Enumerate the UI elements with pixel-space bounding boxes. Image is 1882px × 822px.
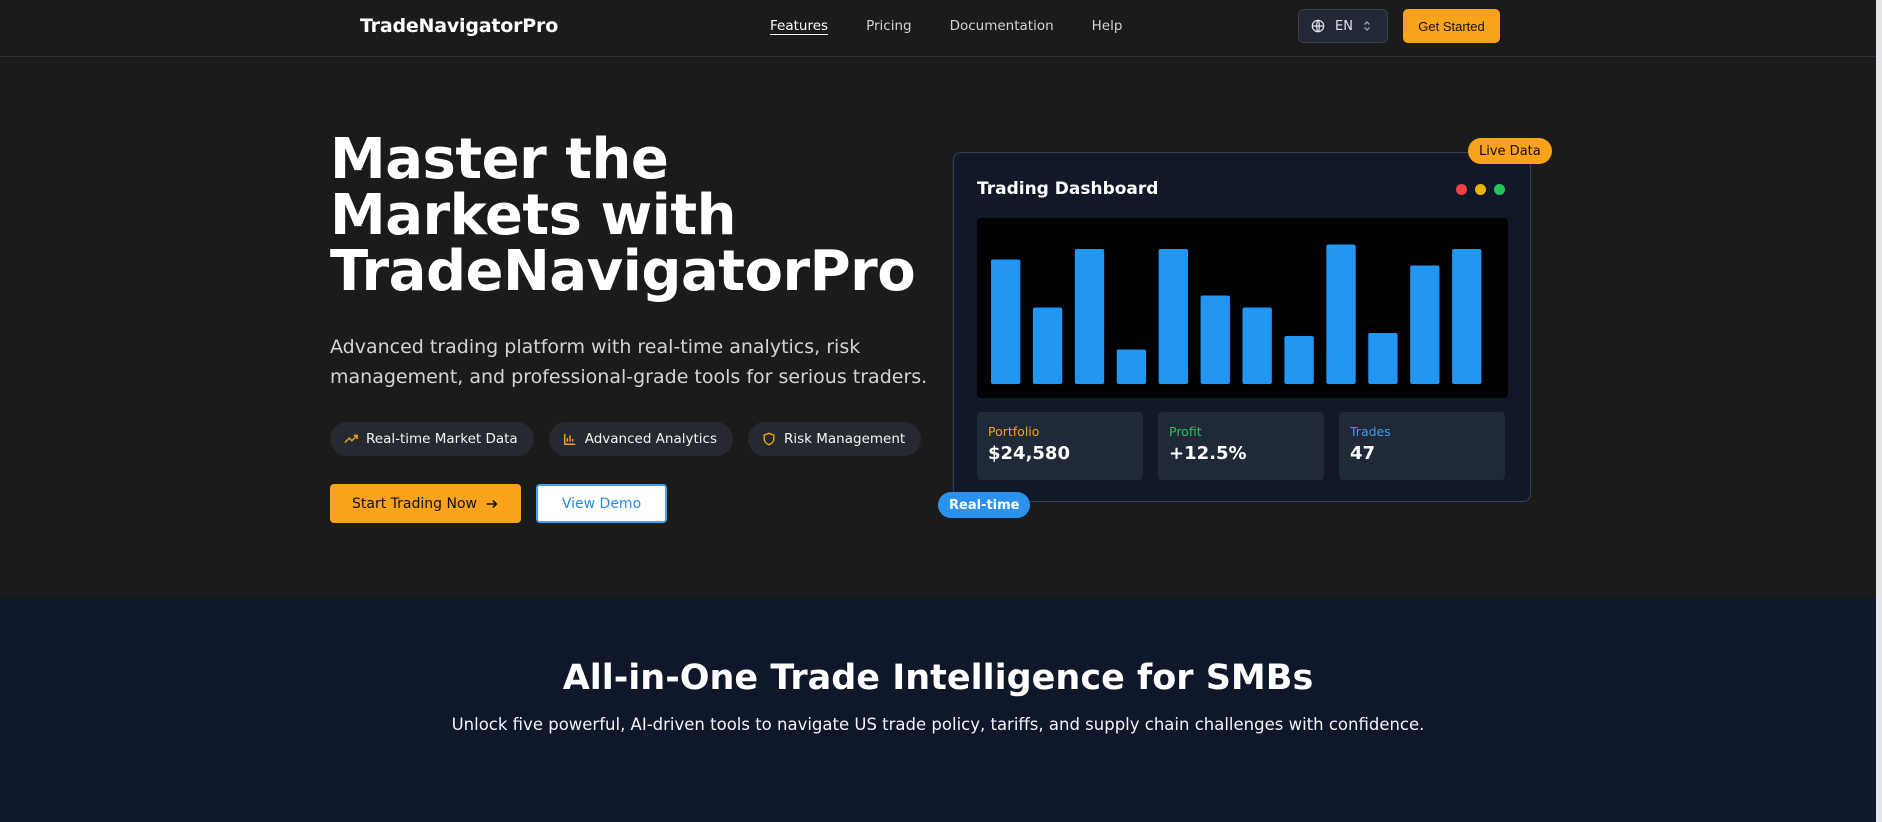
view-demo-button[interactable]: View Demo — [536, 484, 667, 523]
chart-bar — [1242, 307, 1272, 384]
features-section: All-in-One Trade Intelligence for SMBs U… — [0, 598, 1876, 822]
globe-icon — [1311, 19, 1325, 33]
stats-row: Portfolio $24,580 Profit +12.5% Trades 4… — [977, 412, 1505, 480]
dashboard-title: Trading Dashboard — [977, 179, 1159, 199]
bar-chart-svg — [991, 244, 1482, 384]
stat-value-profit: +12.5% — [1169, 443, 1247, 464]
hero-title: Master the Markets with TradeNavigatorPr… — [330, 127, 916, 304]
red-dot — [1456, 184, 1467, 195]
realtime-badge: Real-time — [938, 492, 1031, 518]
stat-trades: Trades 47 — [1339, 412, 1505, 480]
chart-bar — [1326, 244, 1356, 384]
pill-realtime-market-data: Real-time Market Data — [330, 422, 534, 456]
language-selector[interactable]: EN — [1298, 9, 1388, 43]
chart-bar — [991, 259, 1021, 384]
stat-value-portfolio: $24,580 — [988, 443, 1070, 464]
scrollbar-track[interactable] — [1876, 0, 1882, 822]
start-trading-button[interactable]: Start Trading Now — [330, 484, 521, 523]
chart-bar — [1284, 336, 1314, 384]
pill-label: Risk Management — [783, 431, 906, 447]
top-navbar: TradeNavigatorPro Features Pricing Docum… — [0, 0, 1876, 57]
section-title: All-in-One Trade Intelligence for SMBs — [562, 658, 1314, 698]
yellow-dot — [1475, 184, 1486, 195]
nav-link-pricing[interactable]: Pricing — [866, 18, 912, 34]
chart-bar — [1200, 295, 1230, 384]
chart-bar — [1158, 249, 1189, 384]
chart-bar — [1452, 249, 1482, 384]
get-started-button[interactable]: Get Started — [1403, 9, 1500, 43]
stat-value-trades: 47 — [1350, 443, 1376, 464]
nav-link-features[interactable]: Features — [770, 18, 828, 34]
start-trading-label: Start Trading Now — [352, 495, 477, 512]
green-dot — [1494, 184, 1505, 195]
nav-link-documentation[interactable]: Documentation — [950, 18, 1054, 34]
dashboard-bar-chart — [977, 218, 1508, 398]
pill-label: Advanced Analytics — [584, 431, 717, 447]
stat-label-portfolio: Portfolio — [988, 424, 1040, 439]
pill-label: Real-time Market Data — [366, 431, 518, 447]
section-subtitle: Unlock five powerful, AI-driven tools to… — [451, 715, 1425, 734]
stat-profit: Profit +12.5% — [1158, 412, 1324, 480]
window-dots — [1456, 184, 1505, 195]
brand-logo[interactable]: TradeNavigatorPro — [360, 15, 558, 37]
arrow-right-icon — [486, 499, 498, 508]
nav-links: Features Pricing Documentation Help — [770, 18, 1122, 34]
stat-portfolio: Portfolio $24,580 — [977, 412, 1143, 480]
nav-link-help[interactable]: Help — [1092, 18, 1123, 34]
feature-pills: Real-time Market Data Advanced Analytics… — [330, 422, 922, 456]
pill-risk-management: Risk Management — [747, 422, 922, 456]
pill-advanced-analytics: Advanced Analytics — [548, 422, 733, 456]
chart-bar — [1368, 333, 1398, 384]
chevron-updown-icon — [1363, 21, 1370, 31]
language-label: EN — [1335, 18, 1353, 34]
stat-label-profit: Profit — [1169, 424, 1202, 439]
stat-label-trades: Trades — [1350, 424, 1391, 439]
chart-bar — [1074, 249, 1105, 384]
trading-dashboard-card: Trading Dashboard Portfolio $24,580 Prof… — [953, 152, 1531, 502]
chart-bar — [1116, 349, 1147, 384]
trending-up-icon — [344, 434, 358, 443]
hero-subtitle: Advanced trading platform with real-time… — [330, 336, 928, 388]
shield-icon — [763, 432, 775, 446]
chart-bar — [1032, 307, 1063, 384]
live-data-badge: Live Data — [1468, 138, 1552, 164]
chart-bar — [1410, 265, 1440, 384]
bar-chart-icon — [563, 433, 575, 445]
